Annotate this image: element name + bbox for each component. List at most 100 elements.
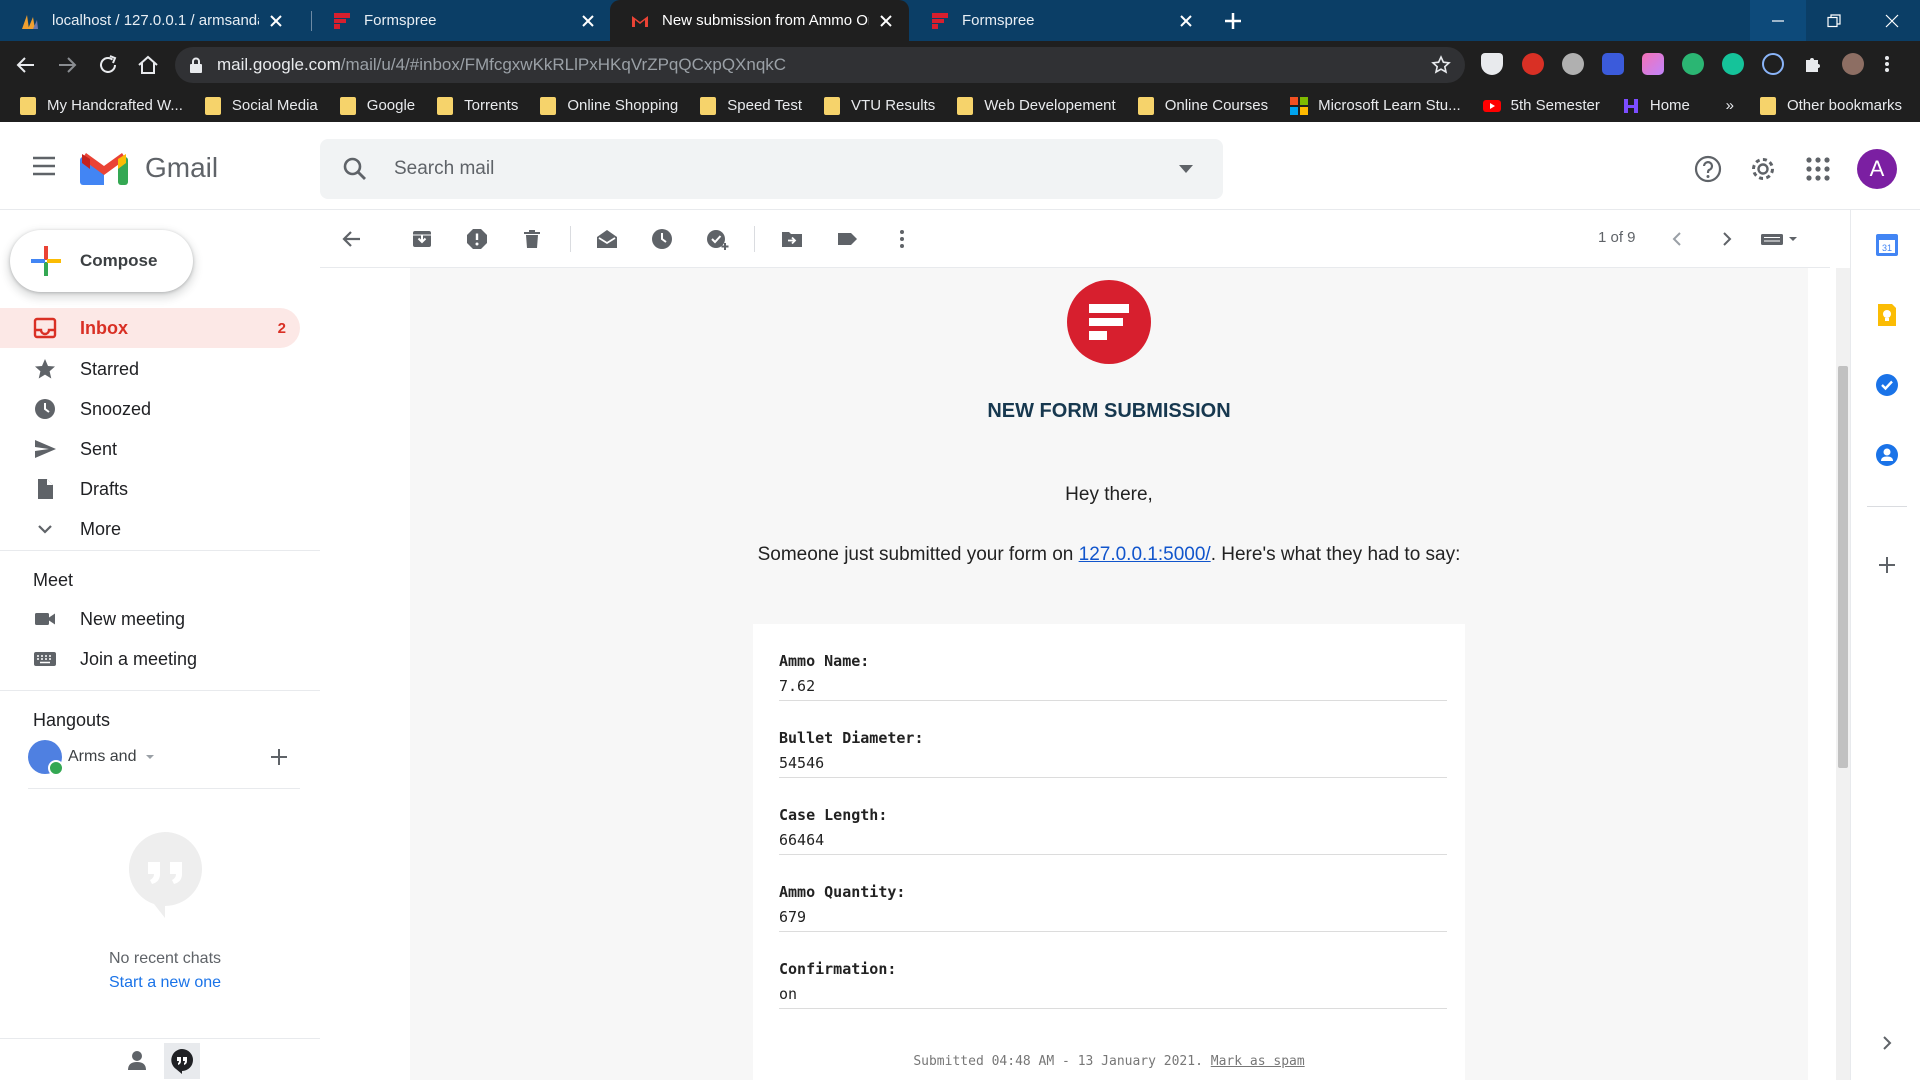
nav-snoozed[interactable]: Snoozed	[0, 389, 300, 429]
minimize-button[interactable]	[1750, 0, 1806, 41]
add-to-tasks-icon[interactable]	[705, 227, 729, 251]
email-scrollbar-thumb[interactable]	[1838, 366, 1848, 768]
start-new-chat-link[interactable]: Start a new one	[0, 974, 330, 992]
nav-new-meeting[interactable]: New meeting	[0, 599, 300, 639]
tab-formspree-2[interactable]: Formspree	[910, 0, 1209, 41]
bookmark-item[interactable]: Social Media	[204, 96, 318, 115]
chevron-right-icon[interactable]	[1874, 1030, 1900, 1056]
search-icon[interactable]	[342, 156, 368, 182]
search-input[interactable]: Search mail	[394, 158, 494, 180]
snooze-icon[interactable]	[650, 227, 674, 251]
gmail-icon	[632, 15, 648, 27]
label-icon[interactable]	[835, 227, 859, 251]
nav-label: Starred	[80, 358, 140, 379]
shield-extension-icon[interactable]	[1481, 53, 1503, 75]
formspree-logo	[1067, 280, 1151, 364]
refresh-extension-icon[interactable]	[1682, 53, 1704, 75]
older-chevron-icon[interactable]	[1715, 227, 1739, 251]
bookmark-item[interactable]: My Handcrafted W...	[20, 96, 183, 115]
bookmark-item[interactable]: 5th Semester	[1482, 97, 1600, 115]
nav-more[interactable]: More	[0, 509, 300, 549]
report-spam-icon[interactable]	[465, 227, 489, 251]
keep-icon[interactable]	[1874, 302, 1900, 328]
folder-icon	[1137, 96, 1154, 115]
field-value: 679	[779, 908, 807, 926]
screen-extension-icon[interactable]	[1602, 53, 1624, 75]
more-options-icon[interactable]	[890, 227, 914, 251]
bookmark-label: 5th Semester	[1510, 97, 1600, 114]
form-site-link[interactable]: 127.0.0.1:5000/	[1079, 544, 1211, 565]
compose-button[interactable]: Compose	[10, 230, 193, 292]
close-tab-icon[interactable]	[579, 12, 597, 30]
nav-drafts[interactable]: Drafts	[0, 469, 300, 509]
back-arrow-icon[interactable]	[14, 53, 38, 77]
get-addons-plus-icon[interactable]	[1874, 552, 1900, 578]
home-logo-icon	[1623, 98, 1638, 113]
gear-icon[interactable]	[1749, 155, 1777, 183]
nav-starred[interactable]: Starred	[0, 349, 300, 389]
tab-title: localhost / 127.0.0.1 / armsandam	[52, 12, 259, 29]
restore-button[interactable]	[1806, 0, 1862, 41]
other-bookmarks[interactable]: Other bookmarks	[1787, 97, 1902, 114]
account-avatar[interactable]: A	[1857, 149, 1897, 189]
new-tab-button[interactable]	[1216, 6, 1250, 36]
grammarly-icon[interactable]	[1722, 53, 1744, 75]
contacts-person-icon[interactable]	[124, 1047, 150, 1073]
bookmark-star-icon[interactable]	[1431, 55, 1451, 75]
close-tab-icon[interactable]	[1177, 12, 1195, 30]
hangouts-chat-tab[interactable]	[164, 1043, 200, 1079]
profile-avatar[interactable]	[1842, 53, 1864, 75]
nav-sent[interactable]: Sent	[0, 429, 300, 469]
calendar-icon[interactable]: 31	[1874, 232, 1900, 258]
close-tab-icon[interactable]	[877, 12, 895, 30]
puzzle-icon[interactable]	[1802, 53, 1824, 75]
bookmark-item[interactable]: Torrents	[437, 96, 518, 115]
bookmark-item[interactable]: Web Developement	[957, 96, 1116, 115]
react-devtools-icon[interactable]	[1762, 53, 1784, 75]
delete-icon[interactable]	[520, 227, 544, 251]
mark-unread-icon[interactable]	[595, 227, 619, 251]
reload-icon[interactable]	[96, 53, 120, 77]
archive-icon[interactable]	[410, 227, 434, 251]
color-extension-icon[interactable]	[1642, 53, 1664, 75]
contacts-icon[interactable]	[1874, 442, 1900, 468]
bookmarks-overflow-button[interactable]: »	[1726, 97, 1734, 114]
input-tools-icon[interactable]	[1760, 227, 1802, 251]
record-extension-icon[interactable]	[1522, 53, 1544, 75]
gear-extension-icon[interactable]	[1562, 53, 1584, 75]
apps-grid-icon[interactable]	[1804, 155, 1832, 183]
main-menu-icon[interactable]	[32, 156, 56, 176]
tab-phpmyadmin[interactable]: localhost / 127.0.0.1 / armsandam	[0, 0, 299, 41]
video-icon	[35, 613, 55, 625]
back-to-inbox-icon[interactable]	[340, 227, 364, 251]
bookmark-item[interactable]: Home	[1622, 97, 1690, 115]
address-bar[interactable]: mail.google.com/mail/u/4/#inbox/FMfcgxwK…	[175, 47, 1465, 83]
close-tab-icon[interactable]	[267, 12, 285, 30]
close-window-button[interactable]	[1864, 0, 1920, 41]
nav-inbox[interactable]: Inbox 2	[0, 308, 300, 348]
kebab-menu-icon[interactable]	[1882, 53, 1892, 75]
tasks-icon[interactable]	[1874, 372, 1900, 398]
hangouts-user-status[interactable]: Arms and	[28, 740, 156, 776]
hangouts-avatar	[28, 740, 64, 776]
tab-gmail[interactable]: New submission from Ammo Or	[610, 0, 909, 41]
add-conversation-icon[interactable]	[268, 746, 290, 768]
bookmark-item[interactable]: Online Courses	[1137, 96, 1268, 115]
bookmark-item[interactable]: Google	[339, 96, 415, 115]
help-icon[interactable]	[1694, 155, 1722, 183]
newer-chevron-icon[interactable]	[1665, 227, 1689, 251]
bookmark-item[interactable]: Microsoft Learn Stu...	[1290, 96, 1461, 115]
mark-as-spam-link[interactable]: Mark as spam	[1211, 1054, 1305, 1069]
submission-field: Ammo Name: 7.62	[779, 624, 1447, 701]
nav-join-meeting[interactable]: Join a meeting	[0, 639, 300, 679]
bookmark-item[interactable]: Online Shopping	[540, 96, 678, 115]
bookmark-item[interactable]: VTU Results	[824, 96, 935, 115]
tab-formspree-1[interactable]: Formspree	[312, 0, 611, 41]
home-icon[interactable]	[136, 53, 160, 77]
search-bar[interactable]: Search mail	[320, 139, 1223, 199]
move-to-icon[interactable]	[780, 227, 804, 251]
search-options-icon[interactable]	[1179, 165, 1193, 173]
forward-arrow-icon[interactable]	[55, 53, 79, 77]
bookmark-item[interactable]: Speed Test	[700, 96, 802, 115]
gmail-logo-icon[interactable]	[80, 151, 128, 185]
